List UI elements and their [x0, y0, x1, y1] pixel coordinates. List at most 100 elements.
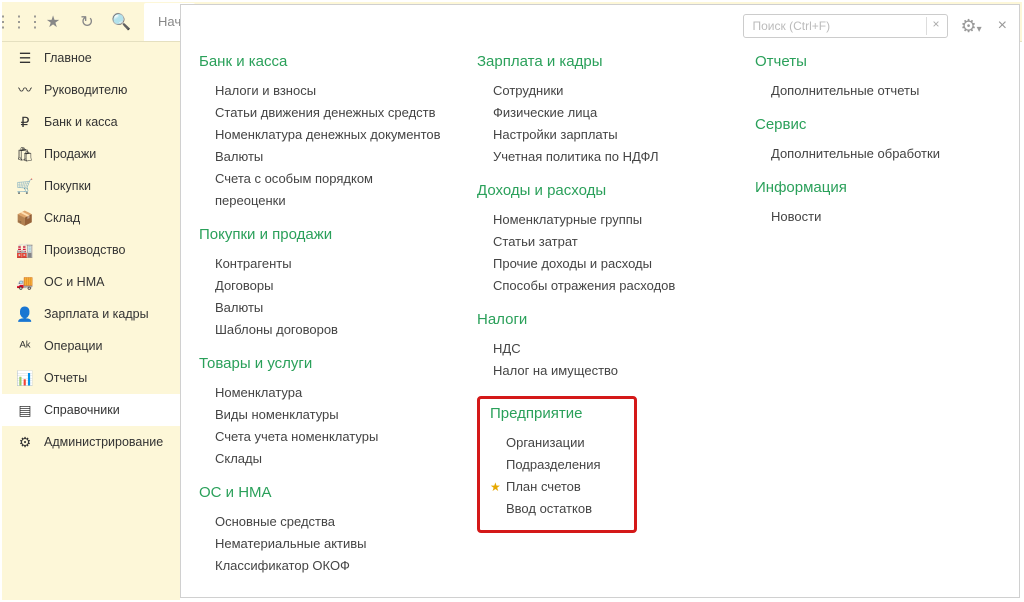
sidebar-item-7[interactable]: 🚚ОС и НМА — [2, 266, 180, 298]
menu-link[interactable]: Статьи затрат — [493, 231, 723, 253]
menu-link[interactable]: Настройки зарплаты — [493, 124, 723, 146]
section-title[interactable]: Информация — [755, 179, 1001, 196]
menu-link[interactable]: Статьи движения денежных средств — [215, 102, 445, 124]
section-title[interactable]: Товары и услуги — [199, 355, 445, 372]
history-icon[interactable]: ↻ — [70, 3, 104, 41]
menu-link[interactable]: НДС — [493, 338, 723, 360]
menu-link[interactable]: Номенклатура денежных документов — [215, 124, 445, 146]
sidebar-icon: 🏭 — [16, 242, 34, 259]
menu-link[interactable]: Номенклатура — [215, 382, 445, 404]
section-title[interactable]: ОС и НМА — [199, 484, 445, 501]
menu-link[interactable]: Счета с особым порядком переоценки — [215, 168, 445, 212]
section-title[interactable]: Зарплата и кадры — [477, 53, 723, 70]
section-title[interactable]: Отчеты — [755, 53, 1001, 70]
link-label: Способы отражения расходов — [493, 275, 675, 297]
menu-link[interactable]: Нематериальные активы — [215, 533, 445, 555]
sidebar-item-8[interactable]: 👤 Зарплата и кадры — [2, 298, 180, 330]
menu-link[interactable]: Валюты — [215, 297, 445, 319]
link-label: Прочие доходы и расходы — [493, 253, 652, 275]
menu-link[interactable]: Ввод остатков — [506, 498, 624, 520]
link-label: Номенклатура денежных документов — [215, 124, 441, 146]
column-2: Отчеты Дополнительные отчеты Сервис Дополни… — [755, 53, 1001, 597]
link-label: Счета с особым порядком переоценки — [215, 168, 445, 212]
section-title[interactable]: Предприятие — [490, 405, 624, 422]
link-label: План счетов — [506, 476, 581, 498]
sidebar-item-11[interactable]: ▤ Справочники — [2, 394, 180, 426]
clear-icon[interactable]: × — [926, 17, 944, 35]
sidebar-item-12[interactable]: ⚙Администрирование — [2, 426, 180, 458]
menu-link[interactable]: Контрагенты — [215, 253, 445, 275]
sidebar: ☰Главное〰Руководителю₽Банк и касса🛍Прода… — [2, 42, 180, 600]
link-label: Налоги и взносы — [215, 80, 316, 102]
link-label: Дополнительные отчеты — [771, 80, 919, 102]
column-0: Банк и касса Налоги и взносыСтатьи движен… — [199, 53, 445, 597]
link-label: Налог на имущество — [493, 360, 618, 382]
sidebar-item-4[interactable]: 🛒Покупки — [2, 170, 180, 202]
menu-link[interactable]: Физические лица — [493, 102, 723, 124]
sidebar-icon: 👤 — [16, 306, 34, 323]
menu-link[interactable]: Подразделения — [506, 454, 624, 476]
menu-link[interactable]: Договоры — [215, 275, 445, 297]
sidebar-item-label: Продажи — [44, 147, 96, 161]
link-label: Ввод остатков — [506, 498, 592, 520]
section-title[interactable]: Налоги — [477, 311, 723, 328]
sidebar-item-3[interactable]: 🛍Продажи — [2, 138, 180, 170]
link-label: Виды номенклатуры — [215, 404, 339, 426]
gear-icon[interactable]: ⚙▾ — [954, 16, 987, 37]
link-label: Контрагенты — [215, 253, 292, 275]
menu-link[interactable]: Дополнительные отчеты — [771, 80, 1001, 102]
sidebar-item-label: Отчеты — [44, 371, 87, 385]
menu-link[interactable]: Основные средства — [215, 511, 445, 533]
sidebar-item-0[interactable]: ☰Главное — [2, 42, 180, 74]
menu-link[interactable]: Дополнительные обработки — [771, 143, 1001, 165]
menu-link[interactable]: Склады — [215, 448, 445, 470]
section-title[interactable]: Банк и касса — [199, 53, 445, 70]
search-icon[interactable]: 🔍 — [104, 3, 138, 41]
link-label: Дополнительные обработки — [771, 143, 940, 165]
sidebar-icon: ⚙ — [16, 434, 34, 451]
link-label: Шаблоны договоров — [215, 319, 338, 341]
menu-link[interactable]: Шаблоны договоров — [215, 319, 445, 341]
menu-link[interactable]: Виды номенклатуры — [215, 404, 445, 426]
star-icon[interactable]: ★ — [36, 3, 70, 41]
link-label: Настройки зарплаты — [493, 124, 618, 146]
menu-link[interactable]: Валюты — [215, 146, 445, 168]
link-label: Склады — [215, 448, 262, 470]
sidebar-item-9[interactable]: ᴬᵏОперации — [2, 330, 180, 362]
sidebar-item-label: Справочники — [44, 403, 120, 417]
section-title[interactable]: Доходы и расходы — [477, 182, 723, 199]
search-wrap: × — [743, 14, 948, 38]
menu-link[interactable]: Счета учета номенклатуры — [215, 426, 445, 448]
menu-link[interactable]: Способы отражения расходов — [493, 275, 723, 297]
link-list: Дополнительные обработки — [755, 143, 1001, 165]
sidebar-item-6[interactable]: 🏭Производство — [2, 234, 180, 266]
search-input[interactable] — [743, 14, 948, 38]
section-title[interactable]: Покупки и продажи — [199, 226, 445, 243]
link-label: Нематериальные активы — [215, 533, 367, 555]
section-title[interactable]: Сервис — [755, 116, 1001, 133]
sidebar-item-10[interactable]: 📊 Отчеты — [2, 362, 180, 394]
menu-link[interactable]: Учетная политика по НДФЛ — [493, 146, 723, 168]
menu-link[interactable]: Новости — [771, 206, 1001, 228]
link-label: Подразделения — [506, 454, 601, 476]
menu-link[interactable]: Классификатор ОКОФ — [215, 555, 445, 577]
sidebar-icon: 📊 — [16, 370, 34, 387]
menu-link[interactable]: Сотрудники — [493, 80, 723, 102]
sidebar-item-label: Операции — [44, 339, 102, 353]
close-icon[interactable]: × — [994, 17, 1011, 35]
sidebar-item-5[interactable]: 📦Склад — [2, 202, 180, 234]
sidebar-item-label: Главное — [44, 51, 92, 65]
link-label: Номенклатура — [215, 382, 302, 404]
menu-link[interactable]: Налог на имущество — [493, 360, 723, 382]
menu-link[interactable]: Прочие доходы и расходы — [493, 253, 723, 275]
menu-link[interactable]: Налоги и взносы — [215, 80, 445, 102]
menu-link[interactable]: Номенклатурные группы — [493, 209, 723, 231]
sidebar-item-label: Зарплата и кадры — [44, 307, 149, 321]
highlight-box: Предприятие ОрганизацииПодразделения★План… — [477, 396, 637, 533]
apps-icon[interactable]: ⋮⋮⋮ — [2, 3, 36, 41]
menu-link[interactable]: Организации — [506, 432, 624, 454]
sidebar-item-2[interactable]: ₽Банк и касса — [2, 106, 180, 138]
menu-link[interactable]: ★План счетов — [506, 476, 624, 498]
sidebar-icon: ▤ — [16, 402, 34, 419]
sidebar-item-1[interactable]: 〰Руководителю — [2, 74, 180, 106]
